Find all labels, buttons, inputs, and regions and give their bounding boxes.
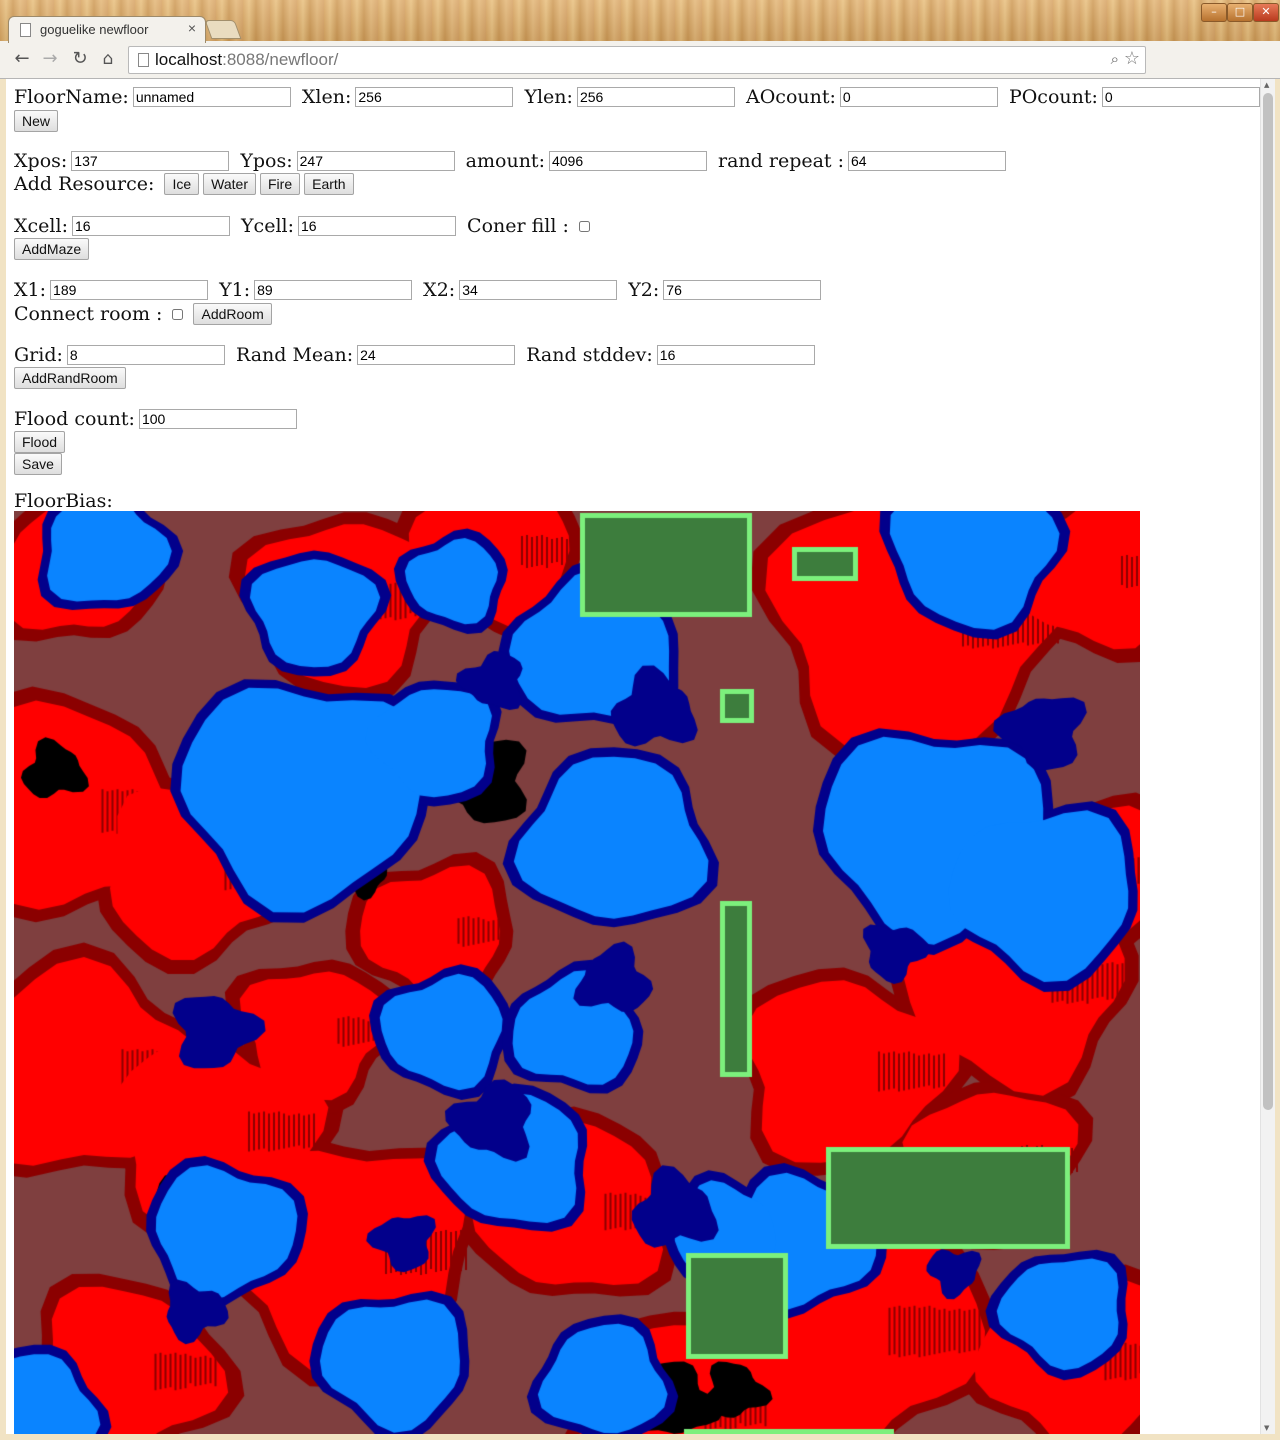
address-bar[interactable]: localhost:8088/newfloor/ ⌕ ☆: [128, 46, 1146, 74]
amount-label: amount:: [465, 150, 545, 172]
coner-fill-label: Coner fill :: [467, 215, 569, 237]
amount-input[interactable]: [548, 151, 707, 171]
rand-stddev-label: Rand stddev:: [526, 344, 653, 366]
add-ice-button[interactable]: Ice: [164, 173, 200, 195]
resource-row: Xpos: Ypos: amount: rand repeat :: [14, 149, 1011, 172]
grid-label: Grid:: [14, 344, 63, 366]
flood-count-label: Flood count:: [14, 408, 135, 430]
save-button[interactable]: Save: [14, 453, 62, 475]
browser-tab[interactable]: goguelike newfloor ×: [8, 16, 206, 43]
x2-label: X2:: [423, 279, 456, 301]
add-water-button[interactable]: Water: [203, 173, 256, 195]
floorname-input[interactable]: [132, 87, 291, 107]
coner-fill-checkbox[interactable]: [578, 220, 590, 232]
search-icon[interactable]: ⌕: [1111, 50, 1119, 68]
aocount-input[interactable]: [839, 87, 998, 107]
xcell-input[interactable]: [71, 216, 230, 236]
room-row: X1: Y1: X2: Y2:: [14, 278, 826, 301]
page-content: FloorName: Xlen: Ylen: AOcount: POcount:…: [6, 79, 1260, 1434]
x1-label: X1:: [14, 279, 47, 301]
add-earth-button[interactable]: Earth: [304, 173, 354, 195]
ypos-label: Ypos:: [240, 150, 293, 172]
aocount-label: AOcount:: [746, 86, 836, 108]
y2-label: Y2:: [628, 279, 660, 301]
minimize-button[interactable]: –: [1201, 3, 1227, 22]
add-rand-room-row: AddRandRoom: [14, 366, 130, 389]
flood-row: Flood count:: [14, 407, 302, 430]
new-tab-button[interactable]: [204, 20, 242, 39]
rand-mean-input[interactable]: [357, 345, 516, 365]
xlen-label: Xlen:: [301, 86, 352, 108]
xpos-label: Xpos:: [14, 150, 68, 172]
tab-title: goguelike newfloor: [40, 22, 149, 37]
pocount-input[interactable]: [1101, 87, 1260, 107]
bookmark-star-icon[interactable]: ☆: [1124, 48, 1140, 69]
add-maze-row: AddMaze: [14, 237, 93, 260]
page-icon: [138, 53, 149, 67]
y1-label: Y1:: [219, 279, 251, 301]
floor-map-canvas[interactable]: [14, 511, 1140, 1434]
ylen-input[interactable]: [576, 87, 735, 107]
save-button-row: Save: [14, 452, 66, 475]
url-path: :8088/newfloor/: [222, 50, 339, 69]
browser-chrome: goguelike newfloor × – □ ✕ ← → ↻ ⌂ local…: [0, 0, 1280, 79]
xcell-label: Xcell:: [14, 215, 68, 237]
new-button[interactable]: New: [14, 110, 59, 132]
flood-count-input[interactable]: [138, 409, 297, 429]
grid-input[interactable]: [66, 345, 225, 365]
url-host: localhost: [155, 50, 223, 69]
scrollbar-thumb[interactable]: [1263, 93, 1273, 1110]
rand-repeat-label: rand repeat :: [718, 150, 845, 172]
ycell-label: Ycell:: [241, 215, 294, 237]
add-rand-room-button[interactable]: AddRandRoom: [14, 367, 126, 389]
scroll-down-arrow-icon[interactable]: ▼: [1264, 1424, 1269, 1432]
home-icon[interactable]: ⌂: [98, 49, 118, 69]
pocount-label: POcount:: [1008, 86, 1098, 108]
rand-stddev-input[interactable]: [656, 345, 815, 365]
add-resource-label: Add Resource:: [14, 173, 155, 195]
back-arrow-icon[interactable]: ←: [12, 49, 32, 69]
ylen-label: Ylen:: [524, 86, 573, 108]
y2-input[interactable]: [663, 280, 822, 300]
forward-arrow-icon[interactable]: →: [40, 49, 60, 69]
page-icon: [20, 23, 31, 37]
connect-room-label: Connect room :: [14, 303, 163, 325]
browser-toolbar: ← → ↻ ⌂ localhost:8088/newfloor/ ⌕ ☆: [0, 41, 1280, 79]
connect-room-checkbox[interactable]: [172, 308, 184, 320]
scroll-up-arrow-icon[interactable]: ▲: [1264, 81, 1269, 89]
xpos-input[interactable]: [71, 151, 230, 171]
xlen-input[interactable]: [355, 87, 514, 107]
rand-room-row: Grid: Rand Mean: Rand stddev:: [14, 343, 820, 366]
flood-button-row: Flood: [14, 430, 69, 453]
floorname-label: FloorName:: [14, 86, 129, 108]
close-window-button[interactable]: ✕: [1253, 3, 1279, 22]
x2-input[interactable]: [459, 280, 618, 300]
add-maze-button[interactable]: AddMaze: [14, 238, 90, 260]
reload-icon[interactable]: ↻: [70, 49, 90, 69]
tab-close-icon[interactable]: ×: [188, 20, 196, 36]
ypos-input[interactable]: [296, 151, 455, 171]
flood-button[interactable]: Flood: [14, 431, 66, 453]
floor-row: FloorName: Xlen: Ylen: AOcount: POcount:: [14, 85, 1260, 108]
rand-repeat-input[interactable]: [848, 151, 1007, 171]
x1-input[interactable]: [50, 280, 209, 300]
add-resource-row: Add Resource: Ice Water Fire Earth: [14, 172, 358, 195]
ycell-input[interactable]: [298, 216, 456, 236]
y1-input[interactable]: [254, 280, 413, 300]
add-room-button[interactable]: AddRoom: [193, 303, 272, 325]
url-text[interactable]: localhost:8088/newfloor/: [155, 50, 338, 70]
new-row: New: [14, 109, 62, 132]
rand-mean-label: Rand Mean:: [235, 344, 354, 366]
add-room-row: Connect room : AddRoom: [14, 302, 276, 325]
vertical-scrollbar[interactable]: ▲ ▼: [1260, 79, 1275, 1434]
add-fire-button[interactable]: Fire: [260, 173, 301, 195]
maze-row: Xcell: Ycell: Coner fill :: [14, 214, 594, 237]
maximize-button[interactable]: □: [1227, 3, 1253, 22]
